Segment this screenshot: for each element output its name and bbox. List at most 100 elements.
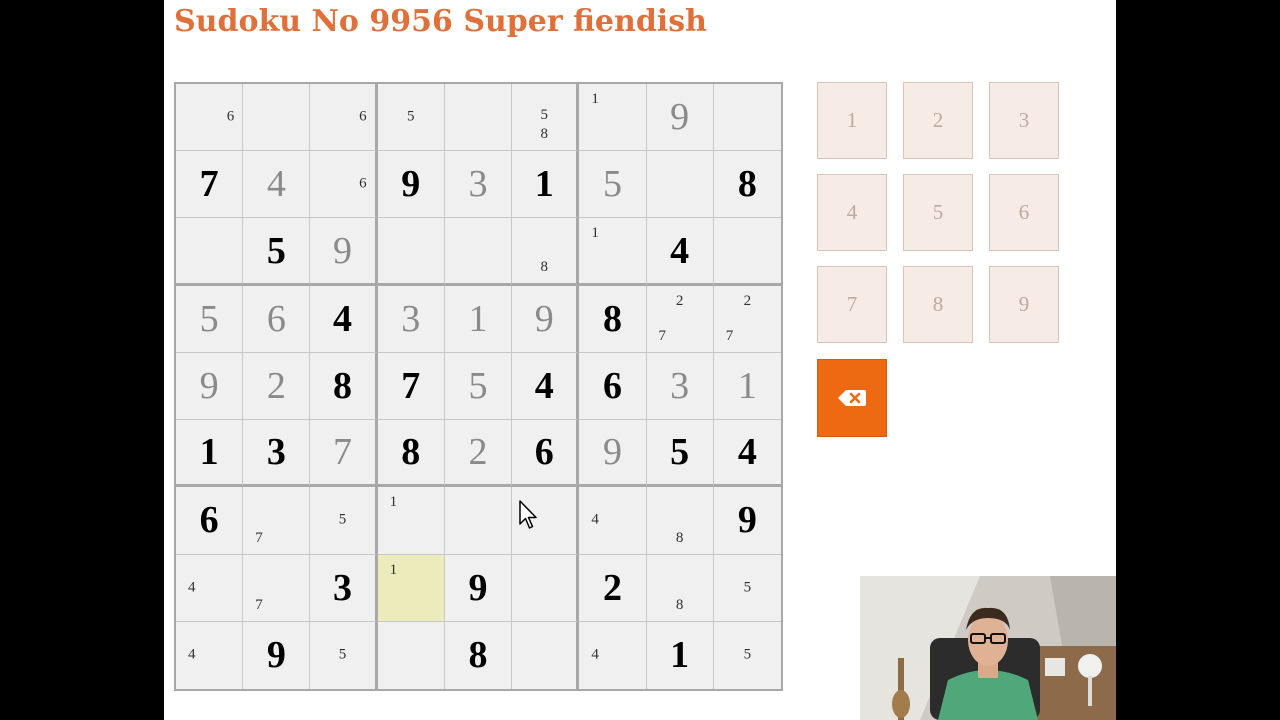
sudoku-cell[interactable]: 9 bbox=[713, 487, 781, 555]
sudoku-cell[interactable]: 9 bbox=[377, 151, 445, 219]
sudoku-cell[interactable] bbox=[377, 218, 445, 286]
digit-key-2[interactable]: 2 bbox=[903, 82, 973, 159]
sudoku-cell[interactable]: 4 bbox=[579, 621, 647, 689]
sudoku-cell[interactable]: 8 bbox=[713, 151, 781, 219]
sudoku-cell[interactable]: 7 bbox=[310, 420, 378, 488]
cell-digit: 3 bbox=[670, 364, 690, 407]
sudoku-cell[interactable]: 6 bbox=[176, 84, 244, 152]
sudoku-cell[interactable]: 5 bbox=[243, 218, 311, 286]
sudoku-cell[interactable] bbox=[646, 151, 714, 219]
cell-digit: 9 bbox=[401, 163, 421, 206]
pencil-mark: 5 bbox=[407, 108, 415, 125]
cell-digit: 1 bbox=[199, 431, 219, 474]
sudoku-cell[interactable]: 1 bbox=[377, 487, 445, 555]
sudoku-cell[interactable]: 4 bbox=[512, 352, 580, 421]
delete-button[interactable] bbox=[817, 359, 887, 437]
sudoku-cell[interactable] bbox=[713, 84, 781, 152]
sudoku-cell[interactable]: 6 bbox=[310, 151, 378, 219]
sudoku-cell[interactable]: 9 bbox=[243, 621, 311, 689]
sudoku-cell[interactable]: 4 bbox=[243, 151, 311, 219]
sudoku-cell[interactable]: 1 bbox=[176, 420, 244, 488]
sudoku-cell[interactable]: 2 bbox=[444, 420, 513, 488]
pencil-mark: 8 bbox=[540, 258, 548, 275]
sudoku-cell[interactable] bbox=[377, 621, 445, 689]
sudoku-cell[interactable]: 3 bbox=[310, 554, 378, 622]
cell-digit: 1 bbox=[670, 634, 690, 677]
sudoku-cell[interactable] bbox=[512, 487, 580, 555]
sudoku-cell[interactable]: 9 bbox=[310, 218, 378, 286]
sudoku-cell[interactable]: 6 bbox=[512, 420, 580, 488]
sudoku-cell[interactable]: 58 bbox=[512, 84, 580, 152]
sudoku-cell[interactable] bbox=[444, 487, 513, 555]
sudoku-cell[interactable]: 6 bbox=[310, 84, 378, 152]
sudoku-cell[interactable]: 3 bbox=[444, 151, 513, 219]
sudoku-cell[interactable]: 8 bbox=[646, 554, 714, 622]
cell-digit: 7 bbox=[199, 163, 219, 206]
sudoku-cell[interactable]: 1 bbox=[377, 554, 445, 622]
sudoku-cell[interactable]: 1 bbox=[713, 352, 781, 421]
sudoku-cell[interactable]: 5 bbox=[377, 84, 445, 152]
digit-key-1[interactable]: 1 bbox=[817, 82, 887, 159]
pencil-mark: 1 bbox=[389, 561, 398, 578]
sudoku-cell[interactable] bbox=[444, 84, 513, 152]
sudoku-cell[interactable]: 8 bbox=[579, 285, 647, 353]
sudoku-cell[interactable]: 5 bbox=[310, 487, 378, 555]
digit-key-7[interactable]: 7 bbox=[817, 266, 887, 343]
sudoku-cell[interactable]: 8 bbox=[444, 621, 513, 689]
sudoku-cell[interactable]: 8 bbox=[512, 218, 580, 286]
sudoku-cell[interactable]: 3 bbox=[646, 352, 714, 421]
sudoku-cell[interactable]: 5 bbox=[444, 352, 513, 421]
sudoku-cell[interactable]: 2 bbox=[579, 554, 647, 622]
sudoku-cell[interactable]: 3 bbox=[243, 420, 311, 488]
sudoku-cell[interactable]: 6 bbox=[176, 487, 244, 555]
sudoku-cell[interactable] bbox=[512, 554, 580, 622]
sudoku-cell[interactable]: 8 bbox=[646, 487, 714, 555]
sudoku-cell[interactable]: 7 bbox=[176, 151, 244, 219]
sudoku-cell[interactable]: 4 bbox=[713, 420, 781, 488]
sudoku-cell[interactable]: 1 bbox=[579, 84, 647, 152]
sudoku-cell[interactable]: 7 bbox=[243, 487, 311, 555]
cell-digit: 9 bbox=[670, 96, 690, 139]
sudoku-cell[interactable]: 5 bbox=[310, 621, 378, 689]
sudoku-cell[interactable]: 3 bbox=[377, 285, 445, 353]
sudoku-cell[interactable]: 9 bbox=[512, 285, 580, 353]
sudoku-cell[interactable]: 27 bbox=[713, 285, 781, 353]
sudoku-cell[interactable]: 8 bbox=[377, 420, 445, 488]
sudoku-cell[interactable]: 5 bbox=[176, 285, 244, 353]
sudoku-cell[interactable] bbox=[713, 218, 781, 286]
digit-key-5[interactable]: 5 bbox=[903, 174, 973, 251]
sudoku-cell[interactable]: 6 bbox=[243, 285, 311, 353]
sudoku-cell[interactable]: 8 bbox=[310, 352, 378, 421]
sudoku-cell[interactable] bbox=[444, 218, 513, 286]
digit-key-8[interactable]: 8 bbox=[903, 266, 973, 343]
sudoku-cell[interactable]: 6 bbox=[579, 352, 647, 421]
sudoku-cell[interactable]: 2 bbox=[243, 352, 311, 421]
sudoku-cell[interactable]: 1 bbox=[579, 218, 647, 286]
sudoku-cell[interactable]: 9 bbox=[444, 554, 513, 622]
sudoku-cell[interactable]: 7 bbox=[377, 352, 445, 421]
sudoku-cell[interactable]: 7 bbox=[243, 554, 311, 622]
sudoku-cell[interactable]: 4 bbox=[646, 218, 714, 286]
sudoku-cell[interactable]: 4 bbox=[176, 554, 244, 622]
digit-key-3[interactable]: 3 bbox=[989, 82, 1059, 159]
sudoku-cell[interactable] bbox=[512, 621, 580, 689]
sudoku-cell[interactable] bbox=[243, 84, 311, 152]
digit-key-4[interactable]: 4 bbox=[817, 174, 887, 251]
sudoku-cell[interactable]: 27 bbox=[646, 285, 714, 353]
sudoku-cell[interactable]: 9 bbox=[646, 84, 714, 152]
sudoku-cell[interactable]: 5 bbox=[646, 420, 714, 488]
sudoku-cell[interactable]: 4 bbox=[310, 285, 378, 353]
digit-key-9[interactable]: 9 bbox=[989, 266, 1059, 343]
sudoku-cell[interactable]: 9 bbox=[579, 420, 647, 488]
sudoku-cell[interactable]: 4 bbox=[176, 621, 244, 689]
digit-key-6[interactable]: 6 bbox=[989, 174, 1059, 251]
sudoku-cell[interactable]: 4 bbox=[579, 487, 647, 555]
sudoku-cell[interactable]: 5 bbox=[579, 151, 647, 219]
sudoku-cell[interactable]: 1 bbox=[444, 285, 513, 353]
sudoku-cell[interactable]: 5 bbox=[713, 554, 781, 622]
sudoku-cell[interactable]: 9 bbox=[176, 352, 244, 421]
sudoku-cell[interactable]: 1 bbox=[646, 621, 714, 689]
sudoku-cell[interactable] bbox=[176, 218, 244, 286]
sudoku-cell[interactable]: 1 bbox=[512, 151, 580, 219]
sudoku-cell[interactable]: 5 bbox=[713, 621, 781, 689]
